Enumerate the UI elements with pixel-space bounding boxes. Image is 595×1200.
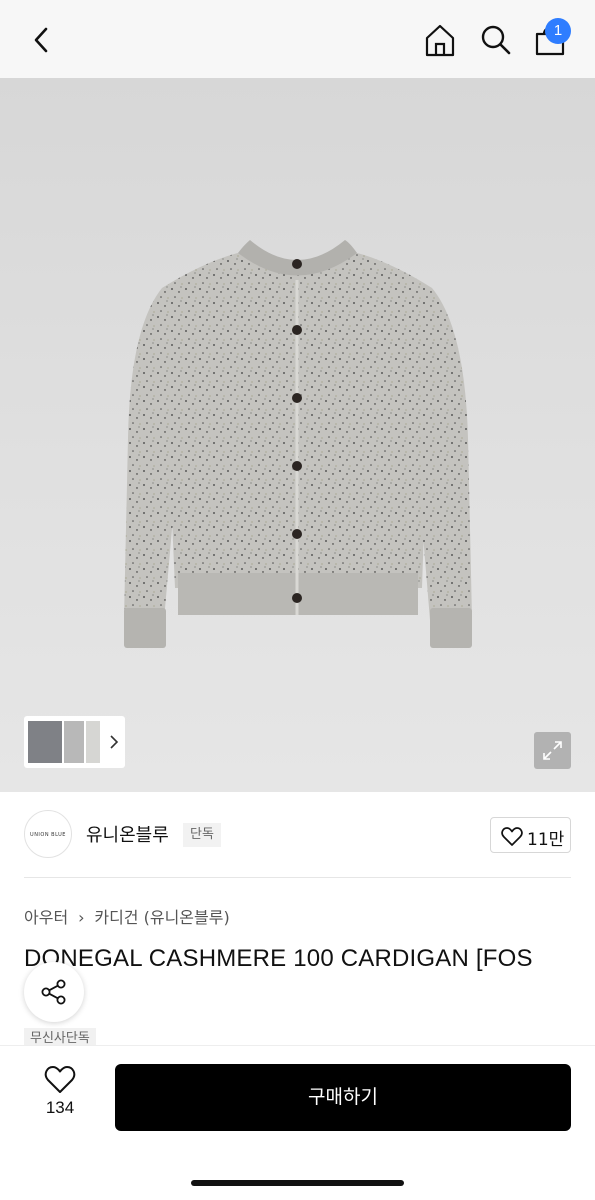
wishlist-button[interactable]: 134 — [30, 1066, 90, 1126]
thumbnail-image[interactable] — [64, 721, 84, 763]
breadcrumb-item-outer[interactable]: 아우터 — [24, 908, 68, 927]
zoom-button[interactable] — [534, 732, 571, 769]
product-image — [124, 240, 472, 648]
brand-logo[interactable]: UNION BLUE — [24, 810, 72, 858]
home-indicator — [191, 1180, 404, 1186]
search-icon — [481, 25, 511, 55]
bottom-action-bar: 134 구매하기 — [0, 1045, 595, 1200]
brand-like-button[interactable]: 11만 — [490, 817, 571, 853]
expand-icon — [543, 741, 562, 760]
thumbnail-image[interactable] — [86, 721, 100, 763]
top-nav-bar: 1 — [0, 0, 595, 78]
chevron-right-icon[interactable] — [106, 732, 122, 752]
search-button[interactable] — [476, 20, 516, 60]
thumbnail-image[interactable] — [28, 721, 62, 763]
chevron-right-icon: › — [78, 908, 85, 927]
product-image-gallery[interactable] — [0, 78, 595, 792]
share-button[interactable] — [24, 962, 84, 1022]
breadcrumb: 아우터 › 카디건 (유니온블루) — [24, 904, 230, 928]
brand-like-count: 11만 — [527, 830, 565, 850]
share-icon — [41, 979, 66, 1005]
exclusive-badge: 단독 — [183, 823, 221, 847]
brand-name[interactable]: 유니온블루 — [86, 821, 169, 847]
thumbnail-strip[interactable] — [24, 716, 125, 768]
home-button[interactable] — [420, 20, 460, 60]
heart-icon — [44, 1066, 76, 1093]
breadcrumb-item-cardigan[interactable]: 카디건 (유니온블루) — [94, 908, 229, 927]
divider — [24, 877, 571, 878]
product-title: DONEGAL CASHMERE 100 CARDIGAN [FOS — [24, 945, 533, 972]
cart-count-badge: 1 — [545, 18, 571, 44]
home-icon — [425, 24, 455, 57]
heart-icon — [501, 827, 523, 846]
chevron-left-icon — [34, 27, 48, 53]
back-button[interactable] — [24, 22, 60, 58]
wishlist-count: 134 — [45, 1098, 75, 1117]
buy-button[interactable]: 구매하기 — [115, 1064, 571, 1131]
